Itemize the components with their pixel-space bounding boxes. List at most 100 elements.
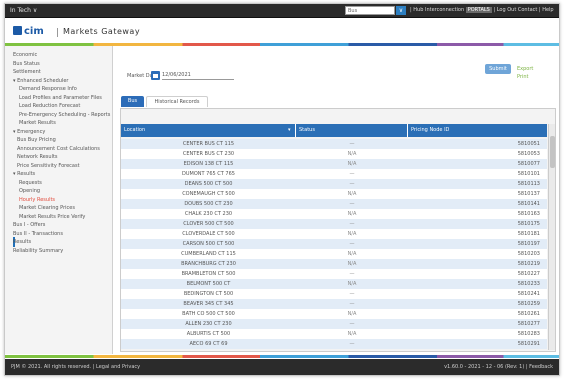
cell-node-id: 5810233 (517, 281, 540, 287)
sidebar-item[interactable]: Reliability Summary (5, 247, 112, 255)
top-links[interactable]: | Log Out Contact | Help (493, 7, 553, 13)
table-row[interactable]: BELMONT 500 CT N/A 5810233 (121, 279, 547, 289)
column-header-status[interactable]: Status (296, 124, 408, 137)
cell-status: — (349, 181, 355, 187)
sidebar-item[interactable]: ▾ Enhanced Scheduler (5, 77, 112, 85)
top-bar: In Tech ∨ Bus ∨ | Hub Interconnection PO… (5, 4, 559, 18)
cell-status: — (349, 291, 355, 297)
table-row[interactable]: DUMONT 765 CT 765 — 5810101 (121, 169, 547, 179)
footer: PJM © 2021. All rights reserved. | Legal… (5, 359, 559, 375)
sidebar-item[interactable]: Bus II - Transactions (5, 230, 112, 238)
cell-node-id: 5810113 (517, 181, 540, 187)
cell-node-id: 5810053 (517, 151, 540, 157)
table-row[interactable]: CLOVERDALE CT 500 N/A 5810181 (121, 229, 547, 239)
table-row[interactable]: BEAVER 345 CT 345 — 5810259 (121, 299, 547, 309)
table-row[interactable]: CENTER BUS CT 230 N/A 5810053 (121, 149, 547, 159)
side-links: Export Print (517, 65, 533, 81)
logo[interactable]: cim (13, 26, 44, 37)
column-header-location[interactable]: Location ▾ (121, 124, 296, 137)
search-input[interactable]: Bus (345, 6, 395, 15)
table-row[interactable]: BRAMBLETON CT 500 — 5810227 (121, 269, 547, 279)
export-link[interactable]: Export (517, 65, 533, 73)
cell-node-id: 5810277 (517, 321, 540, 327)
sidebar-item[interactable]: Market Results (5, 119, 112, 127)
table-row[interactable]: CENTER BUS CT 115 — 5810051 (121, 139, 547, 149)
cell-location: BRAMBLETON CT 500 (181, 271, 236, 277)
cell-location: CLOVERDALE CT 500 (182, 231, 235, 237)
cell-status: — (349, 301, 355, 307)
sidebar-item[interactable]: Hourly Results (5, 196, 112, 204)
sidebar-item[interactable]: Demand Response Info (5, 85, 112, 93)
table-row[interactable]: CHALK 230 CT 230 N/A 5810163 (121, 209, 547, 219)
cell-location: EDISON 138 CT 115 (183, 161, 234, 167)
sidebar-item[interactable]: Market Results Price Verify (5, 213, 112, 221)
sidebar-item[interactable]: ▾ Results (5, 170, 112, 178)
calendar-icon[interactable] (151, 71, 160, 80)
cell-location: ALBURTIS CT 500 (186, 331, 231, 337)
table-scrollbar[interactable] (548, 124, 555, 350)
table-row[interactable]: BRANCHBURG CT 230 N/A 5810219 (121, 259, 547, 269)
sidebar-item[interactable]: Bus Buy Pricing (5, 136, 112, 144)
table-row[interactable]: CONEMAUGH CT 500 N/A 5810137 (121, 189, 547, 199)
cell-status: N/A (347, 281, 357, 287)
sidebar-item[interactable]: Pre-Emergency Scheduling - Reports (5, 111, 112, 119)
table-row[interactable]: DOUBS 500 CT 230 — 5810141 (121, 199, 547, 209)
logo-text: cim (24, 26, 44, 37)
table-row[interactable]: DEANS 500 CT 500 — 5810113 (121, 179, 547, 189)
print-link[interactable]: Print (517, 73, 533, 81)
sidebar-item[interactable]: Bus Status (5, 60, 112, 68)
cell-node-id: 5810241 (517, 291, 540, 297)
footer-version[interactable]: v1.60.0 - 2021 - 12 - 06 (Rev: 1) | Feed… (444, 359, 553, 375)
page-header: cim Markets Gateway (5, 19, 559, 43)
sidebar-item[interactable]: Price Sensitivity Forecast (5, 162, 112, 170)
table-row[interactable]: CUMBERLAND CT 115 N/A 5810203 (121, 249, 547, 259)
cell-status: — (349, 241, 355, 247)
cell-node-id: 5810259 (517, 301, 540, 307)
cell-location: BEAVER 345 CT 345 (183, 301, 234, 307)
table-row[interactable]: BATH CO 500 CT 500 N/A 5810261 (121, 309, 547, 319)
table-row[interactable]: EDISON 138 CT 115 N/A 5810077 (121, 159, 547, 169)
cell-status: N/A (347, 231, 357, 237)
cell-location: DEANS 500 CT 500 (184, 181, 233, 187)
table-row[interactable]: BEDINGTON CT 500 — 5810241 (121, 289, 547, 299)
table-row[interactable]: AECO 69 CT 69 — 5810291 (121, 339, 547, 349)
market-day-input[interactable]: 12/06/2021 (162, 70, 234, 80)
portals-link[interactable]: PORTALS (465, 7, 492, 13)
sidebar-item[interactable]: ▾ Emergency (5, 128, 112, 136)
cell-location: CHALK 230 CT 230 (184, 211, 233, 217)
user-links: | Hub Interconnection PORTALS | Log Out … (410, 7, 554, 13)
sidebar-item[interactable]: Opening (5, 187, 112, 195)
cell-location: ALLEN 230 CT 230 (185, 321, 232, 327)
cell-node-id: 5810141 (517, 201, 540, 207)
sidebar-item[interactable]: Load Reduction Forecast (5, 102, 112, 110)
column-header-node-id[interactable]: Pricing Node ID (408, 124, 547, 137)
page-title: Markets Gateway (63, 27, 141, 36)
table-row[interactable]: CLOVER 500 CT 500 — 5810175 (121, 219, 547, 229)
sidebar-item[interactable]: Market Clearing Prices (5, 204, 112, 212)
sidebar-item[interactable]: Load Profiles and Parameter Files (5, 94, 112, 102)
table-row[interactable]: CARSON 500 CT 500 — 5810197 (121, 239, 547, 249)
scrollbar-thumb[interactable] (550, 136, 555, 168)
sidebar-item[interactable]: Bus I - Offers (5, 221, 112, 229)
region-menu[interactable]: In Tech ∨ (10, 7, 37, 14)
tab-bus[interactable]: Bus (121, 96, 144, 107)
sidebar-item[interactable]: Settlement (5, 68, 112, 76)
sidebar-item[interactable]: Network Results (5, 153, 112, 161)
cell-node-id: 5810051 (517, 141, 540, 147)
cell-node-id: 5810101 (517, 171, 540, 177)
table-row[interactable]: ALLEN 230 CT 230 — 5810277 (121, 319, 547, 329)
submit-button[interactable]: Submit (485, 64, 511, 74)
results-panel: Location ▾ Status Pricing Node ID CENTER … (120, 108, 556, 352)
cell-location: CUMBERLAND CT 115 (181, 251, 236, 257)
table-row[interactable]: ALBURTIS CT 500 N/A 5810283 (121, 329, 547, 339)
search-dropdown-button[interactable]: ∨ (396, 6, 406, 15)
cell-location: BATH CO 500 CT 500 (182, 311, 235, 317)
sort-icon[interactable]: ▾ (288, 124, 291, 137)
sidebar-item[interactable]: Announcement Cost Calculations (5, 145, 112, 153)
footer-copyright[interactable]: PJM © 2021. All rights reserved. | Legal… (11, 359, 140, 375)
sidebar-item[interactable]: Results (5, 238, 112, 246)
sidebar-item[interactable]: Requests (5, 179, 112, 187)
sidebar-item[interactable]: Economic (5, 51, 112, 59)
tab-historical-records[interactable]: Historical Records (146, 96, 208, 107)
color-stripe-bottom (5, 355, 559, 358)
